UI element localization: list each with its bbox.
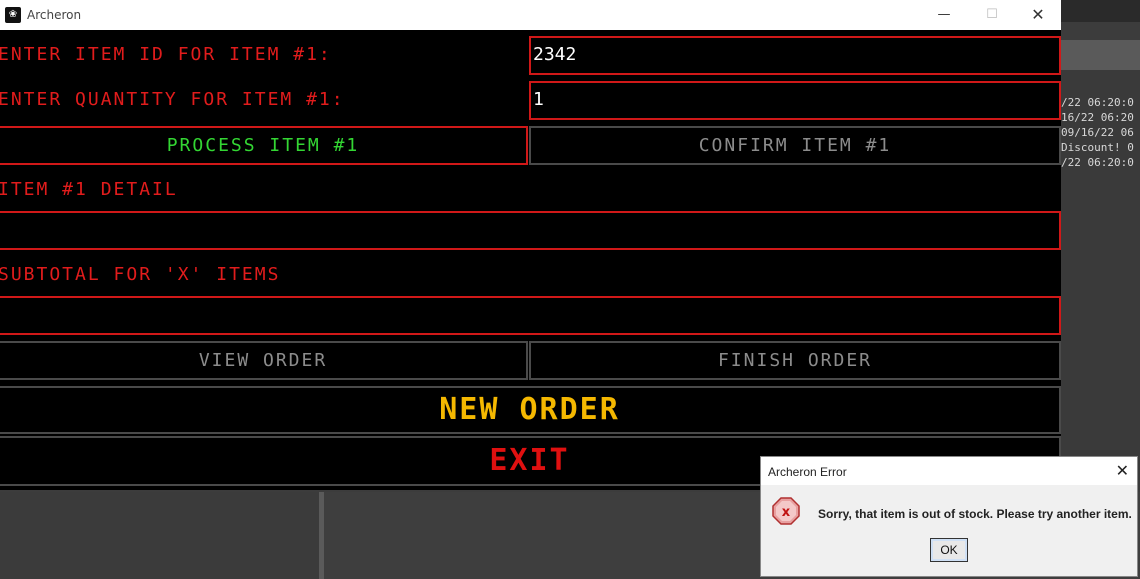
background-panel-left [0,492,319,579]
archeron-window: ❀ Archeron — ☐ ✕ ENTER ITEM ID FOR ITEM … [0,0,1061,490]
view-order-button[interactable]: VIEW ORDER [0,341,528,380]
finish-order-button[interactable]: FINISH ORDER [529,341,1061,380]
quantity-label: ENTER QUANTITY FOR ITEM #1: [0,89,345,110]
log-line: Discount! 0 [1061,141,1134,154]
background-window-titlebar [1061,0,1140,22]
process-item-button[interactable]: PROCESS ITEM #1 [0,126,528,165]
dialog-close-button[interactable]: ✕ [1116,461,1129,481]
error-dialog: Archeron Error ✕ x Sorry, that item is o… [760,456,1138,577]
error-message: Sorry, that item is out of stock. Please… [818,507,1132,521]
minimize-button[interactable]: — [921,0,967,30]
dialog-titlebar[interactable]: Archeron Error ✕ [761,457,1137,485]
ok-button[interactable]: OK [930,538,968,562]
close-button[interactable]: ✕ [1015,0,1061,30]
item-detail-label: ITEM #1 DETAIL [0,179,178,200]
window-title: Archeron [27,8,82,22]
log-line: /22 06:20:0 [1061,156,1134,169]
item-id-label: ENTER ITEM ID FOR ITEM #1: [0,44,332,65]
log-line: 16/22 06:20 [1061,111,1134,124]
window-titlebar[interactable]: ❀ Archeron — ☐ ✕ [0,0,1061,30]
background-window-toolbar [1061,40,1140,70]
item-detail-field [0,211,1061,250]
background-log-panel: /22 06:20:0 16/22 06:20 09/16/22 06 Disc… [1061,70,1140,490]
new-order-button[interactable]: NEW ORDER [0,386,1061,434]
maximize-button[interactable]: ☐ [969,0,1015,30]
confirm-item-button[interactable]: CONFIRM ITEM #1 [529,126,1061,165]
app-logo-icon: ❀ [5,7,21,23]
dialog-title: Archeron Error [768,465,847,479]
subtotal-field [0,296,1061,335]
item-id-input[interactable]: 2342 [529,36,1061,75]
error-icon-glyph: x [782,505,791,520]
log-line: /22 06:20:0 [1061,96,1134,109]
log-line: 09/16/22 06 [1061,126,1134,139]
subtotal-label: SUBTOTAL FOR 'X' ITEMS [0,264,281,285]
quantity-input[interactable]: 1 [529,81,1061,120]
error-icon: x [772,497,800,525]
